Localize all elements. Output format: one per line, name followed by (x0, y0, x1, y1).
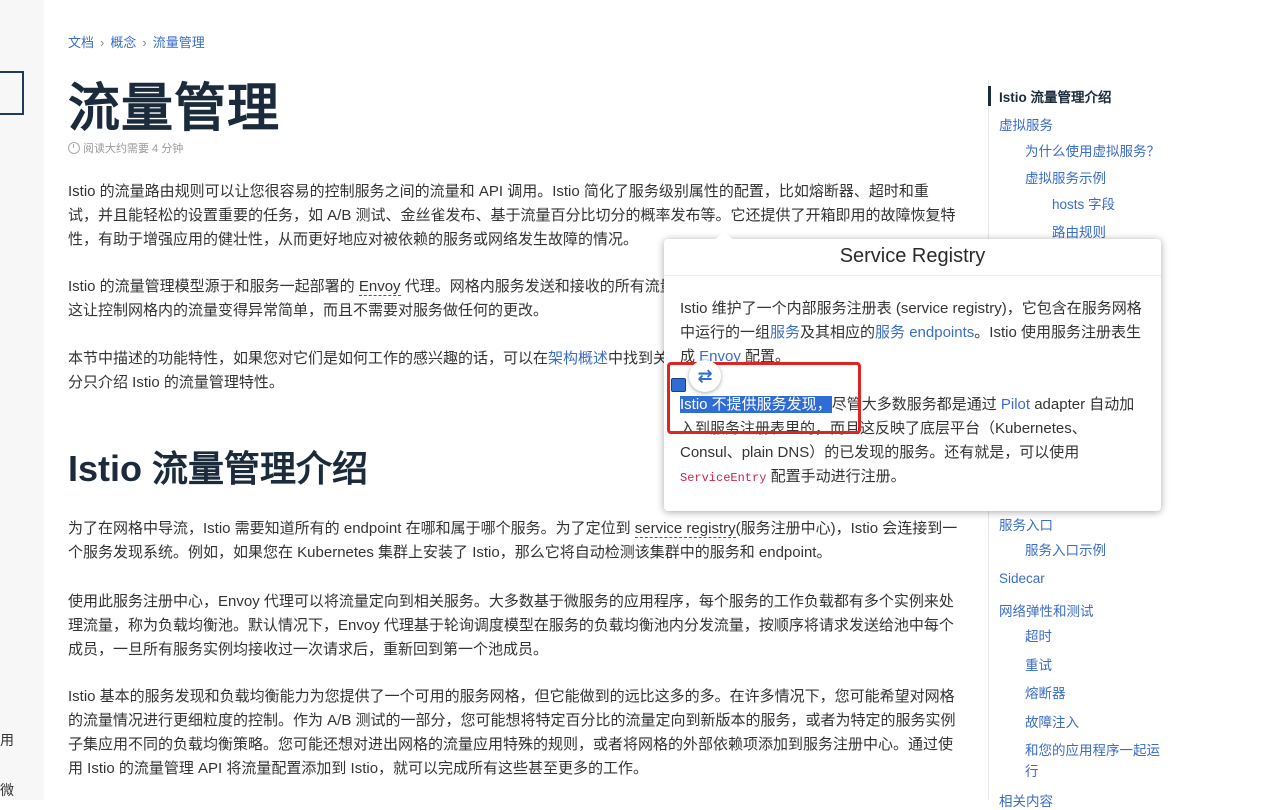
toc-item[interactable]: 为什么使用虚拟服务？ (1025, 140, 1160, 160)
section-heading: Istio 流量管理介绍 (68, 448, 369, 489)
toc-item[interactable]: 网络弹性和测试 (999, 600, 1094, 620)
sidebar-text-fragment: 微 (0, 782, 14, 798)
toc-item[interactable]: 虚拟服务示例 (1025, 167, 1106, 187)
breadcrumb-separator: › (142, 35, 147, 50)
breadcrumb-traffic-management[interactable]: 流量管理 (153, 35, 205, 50)
tooltip-divider (664, 275, 1161, 276)
tooltip-title: Service Registry (839, 245, 986, 267)
reading-time: 阅读大约需要 4 分钟 (68, 140, 183, 156)
reading-time-text: 阅读大约需要 4 分钟 (83, 143, 184, 155)
toc-item[interactable]: hosts 字段 (1052, 193, 1115, 213)
translate-extension-icon[interactable] (671, 378, 686, 392)
left-sidebar (0, 0, 44, 800)
clock-icon (68, 142, 80, 154)
breadcrumb-docs[interactable]: 文档 (68, 35, 94, 50)
service-endpoints-link[interactable]: 服务 endpoints (875, 324, 974, 341)
services-link[interactable]: 服务 (770, 324, 800, 341)
toc-item[interactable]: 虚拟服务 (999, 114, 1053, 134)
toc-item[interactable]: 路由规则 (1052, 221, 1106, 241)
traffic-api-paragraph: Istio 基本的服务发现和负载均衡能力为您提供了一个可用的服务网格，但它能做到… (68, 688, 956, 777)
tooltip-paragraph: Istio 维护了一个内部服务注册表 (service registry)，它包… (680, 300, 1142, 365)
breadcrumb-separator: › (100, 35, 105, 50)
tooltip-arrow (716, 231, 732, 239)
toc-item[interactable]: 故障注入 (1025, 711, 1079, 731)
toc-item[interactable]: 相关内容 (999, 790, 1053, 810)
toc-item[interactable]: 和您的应用程序一起运 (1025, 739, 1160, 759)
sidebar-text-fragment: 用 (0, 732, 14, 748)
page-title: 流量管理 (68, 80, 281, 138)
service-registry-paragraph: 为了在网格中导流，Istio 需要知道所有的 endpoint 在哪和属于哪个服… (68, 520, 958, 561)
toc-item[interactable]: Sidecar (999, 571, 1045, 586)
service-registry-term[interactable]: service registry (634, 520, 736, 538)
envoy-term[interactable]: Envoy (358, 278, 401, 296)
toc-item[interactable]: 服务入口示例 (1025, 539, 1106, 559)
toc-item[interactable]: 重试 (1025, 654, 1052, 674)
architecture-link[interactable]: 架构概述 (548, 350, 608, 367)
breadcrumb: 文档 › 概念 › 流量管理 (68, 32, 205, 51)
sidebar-toggle-box[interactable] (0, 71, 24, 115)
serviceentry-code: ServiceEntry (680, 471, 767, 485)
toc-item[interactable]: 熔断器 (1025, 682, 1066, 702)
toc-item[interactable]: 服务入口 (999, 514, 1053, 534)
breadcrumb-concepts[interactable]: 概念 (110, 35, 136, 50)
toc-item[interactable]: 行 (1025, 760, 1039, 780)
toc-item[interactable]: 超时 (1025, 625, 1052, 645)
pilot-link[interactable]: Pilot (1001, 396, 1030, 413)
load-balancing-paragraph: 使用此服务注册中心，Envoy 代理可以将流量定向到相关服务。大多数基于微服务的… (68, 593, 954, 658)
toc-item[interactable]: Istio 流量管理介绍 (988, 86, 1112, 106)
translate-icon[interactable]: ⇄ (689, 360, 721, 392)
